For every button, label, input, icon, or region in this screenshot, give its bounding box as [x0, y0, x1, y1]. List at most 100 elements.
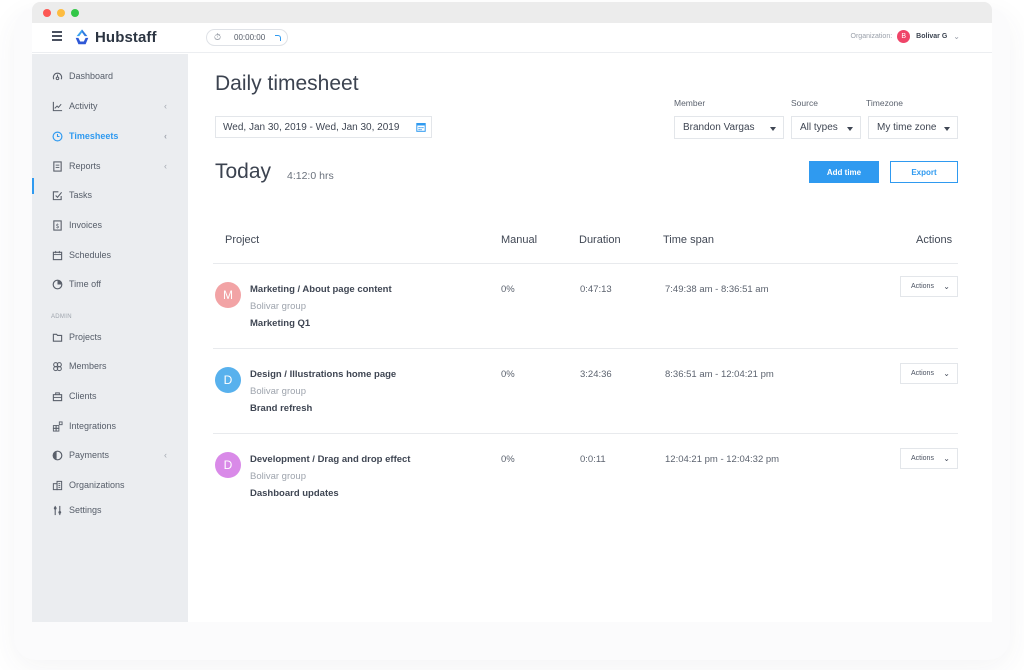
project-avatar: D — [215, 367, 241, 393]
task-checkbox-icon — [51, 189, 63, 201]
project-group: Bolivar group — [250, 301, 306, 312]
project-group: Bolivar group — [250, 386, 306, 397]
organization-switcher[interactable]: Organization: B Bolivar G ⌄ — [851, 30, 960, 43]
actions-label: Actions — [911, 283, 934, 290]
caret-down-icon — [847, 127, 853, 131]
page-title: Daily timesheet — [215, 72, 359, 95]
sidebar-item-label: Projects — [69, 332, 102, 342]
sidebar-item-label: Reports — [69, 161, 101, 171]
sidebar-item-label: Time off — [69, 279, 102, 289]
actions-dropdown-button[interactable]: Actions ⌄ — [900, 276, 958, 297]
chevron-left-icon[interactable]: ‹ — [164, 161, 167, 171]
time-span: 7:49:38 am - 8:36:51 am — [665, 284, 769, 295]
sidebar-item-settings[interactable]: Settings — [51, 504, 171, 516]
manual-percent: 0% — [501, 284, 515, 295]
sidebar-item-time-off[interactable]: Time off — [51, 278, 171, 290]
sidebar-item-projects[interactable]: Projects — [51, 331, 171, 343]
svg-text:$: $ — [55, 222, 59, 229]
sidebar-item-label: Activity — [69, 101, 98, 111]
actions-label: Actions — [911, 455, 934, 462]
today-heading: Today — [215, 160, 272, 183]
project-avatar: M — [215, 282, 241, 308]
hubstaff-logo[interactable]: Hubstaff — [73, 28, 157, 46]
table-divider — [213, 348, 958, 349]
timezone-select[interactable]: My time zone — [868, 116, 958, 139]
settings-sliders-icon — [51, 504, 63, 516]
pie-clock-icon — [51, 278, 63, 290]
invoice-dollar-icon: $ — [51, 219, 63, 231]
sidebar-item-members[interactable]: Members — [51, 360, 171, 372]
manual-percent: 0% — [501, 454, 515, 465]
column-header-manual: Manual — [501, 234, 538, 246]
chevron-down-icon: ⌄ — [943, 282, 950, 291]
project-task: Brand refresh — [250, 403, 313, 414]
time-span: 12:04:21 pm - 12:04:32 pm — [665, 454, 780, 465]
maximize-window-button[interactable] — [71, 9, 79, 17]
close-window-button[interactable] — [43, 9, 51, 17]
stopwatch-icon: ⏱ — [214, 32, 222, 42]
column-header-actions: Actions — [916, 234, 953, 246]
table-divider — [213, 263, 958, 264]
chevron-left-icon[interactable]: ‹ — [164, 450, 167, 460]
sidebar-item-organizations[interactable]: Organizations — [51, 479, 171, 491]
date-range-picker[interactable]: Wed, Jan 30, 2019 - Wed, Jan 30, 2019 — [215, 116, 432, 138]
sidebar-item-label: Settings — [69, 505, 102, 515]
caret-down-icon — [944, 127, 950, 131]
minimize-window-button[interactable] — [57, 9, 65, 17]
member-select-value: Brandon Vargas — [683, 122, 755, 133]
loading-spinner-icon — [275, 34, 282, 41]
project-task: Marketing Q1 — [250, 318, 311, 329]
chevron-left-icon[interactable]: ‹ — [164, 131, 167, 141]
sidebar-item-dashboard[interactable]: Dashboard — [51, 70, 171, 82]
manual-percent: 0% — [501, 369, 515, 380]
hubstaff-logo-icon — [75, 29, 89, 45]
actions-dropdown-button[interactable]: Actions ⌄ — [900, 363, 958, 384]
sidebar-item-label: Clients — [69, 391, 97, 401]
actions-dropdown-button[interactable]: Actions ⌄ — [900, 448, 958, 469]
chevron-left-icon[interactable]: ‹ — [164, 101, 167, 111]
sidebar-item-payments[interactable]: Payments ‹ — [51, 449, 171, 461]
main-content: Daily timesheet Wed, Jan 30, 2019 - Wed,… — [188, 54, 992, 622]
column-header-project: Project — [225, 234, 260, 246]
sidebar-item-label: Timesheets — [69, 131, 119, 141]
source-select[interactable]: All types — [791, 116, 861, 139]
hamburger-icon[interactable] — [52, 31, 62, 41]
source-select-value: All types — [800, 122, 838, 133]
organization-label: Organization: — [850, 33, 893, 40]
sidebar-item-label: Schedules — [69, 250, 112, 260]
project-name[interactable]: Design / Illustrations home page — [250, 369, 396, 380]
total-hours: 4:12:0 hrs — [287, 170, 334, 182]
sidebar-item-schedules[interactable]: Schedules — [51, 249, 171, 261]
sidebar-item-timesheets[interactable]: Timesheets ‹ — [51, 130, 171, 142]
chevron-down-icon: ⌄ — [943, 454, 950, 463]
add-time-button[interactable]: Add time — [809, 161, 879, 183]
sidebar-item-reports[interactable]: Reports ‹ — [51, 160, 171, 172]
organization-name: Bolivar G — [916, 33, 948, 40]
timezone-filter-label: Timezone — [866, 98, 904, 108]
sidebar-item-integrations[interactable]: Integrations — [51, 420, 171, 432]
project-task: Dashboard updates — [250, 488, 339, 499]
sidebar-item-tasks[interactable]: Tasks — [51, 189, 171, 201]
payments-coin-icon — [51, 449, 63, 461]
folder-icon — [51, 331, 63, 343]
duration: 0:0:11 — [580, 454, 606, 465]
export-button[interactable]: Export — [890, 161, 958, 183]
project-name[interactable]: Marketing / About page content — [250, 284, 392, 295]
project-name[interactable]: Development / Drag and drop effect — [250, 454, 410, 465]
chevron-down-icon: ⌄ — [953, 32, 960, 41]
sidebar: Dashboard Activity ‹ Timesheets ‹ Report… — [32, 54, 188, 622]
report-document-icon — [51, 160, 63, 172]
active-indicator — [32, 178, 34, 194]
sidebar-item-activity[interactable]: Activity ‹ — [51, 100, 171, 112]
table-row: D Development / Drag and drop effect Bol… — [188, 448, 992, 532]
sidebar-item-invoices[interactable]: $ Invoices — [51, 219, 171, 231]
member-select[interactable]: Brandon Vargas — [674, 116, 784, 139]
timer-widget[interactable]: ⏱ 00:00:00 — [206, 29, 288, 46]
sidebar-item-clients[interactable]: Clients — [51, 390, 171, 402]
actions-label: Actions — [911, 370, 934, 377]
timer-value: 00:00:00 — [234, 33, 266, 42]
window-titlebar — [32, 2, 992, 23]
date-range-value: Wed, Jan 30, 2019 - Wed, Jan 30, 2019 — [223, 121, 400, 133]
organization-avatar: B — [897, 30, 911, 43]
app-name: Hubstaff — [95, 28, 157, 46]
